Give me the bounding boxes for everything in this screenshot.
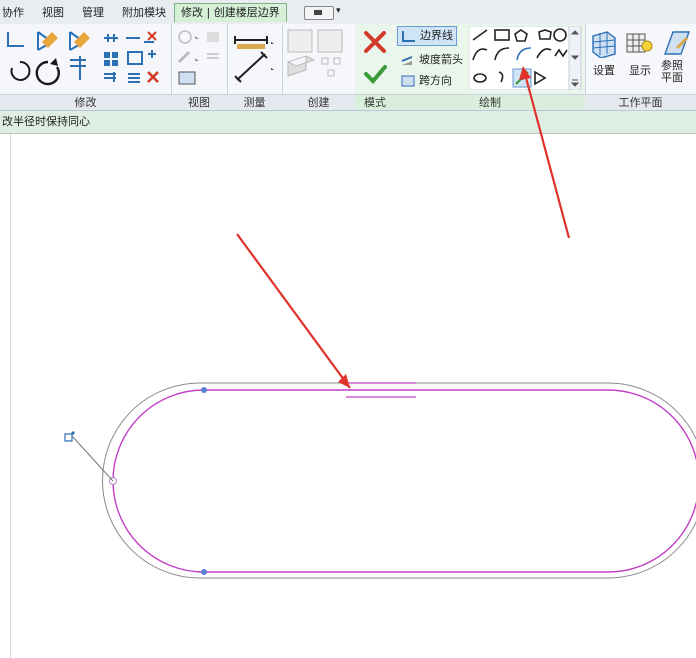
canvas-overlay [64, 66, 696, 579]
drag-leader-line [71, 435, 114, 482]
endpoint-grip-bottom [201, 569, 207, 575]
drag-handle-icon [64, 433, 73, 442]
outer-edge-outline [102, 382, 696, 579]
endpoint-grip-top [201, 387, 207, 393]
annotation-arrow-to-gap [236, 233, 351, 389]
annotation-arrow-to-tool [523, 73, 571, 239]
floor-boundary-sketch-line [112, 389, 696, 573]
